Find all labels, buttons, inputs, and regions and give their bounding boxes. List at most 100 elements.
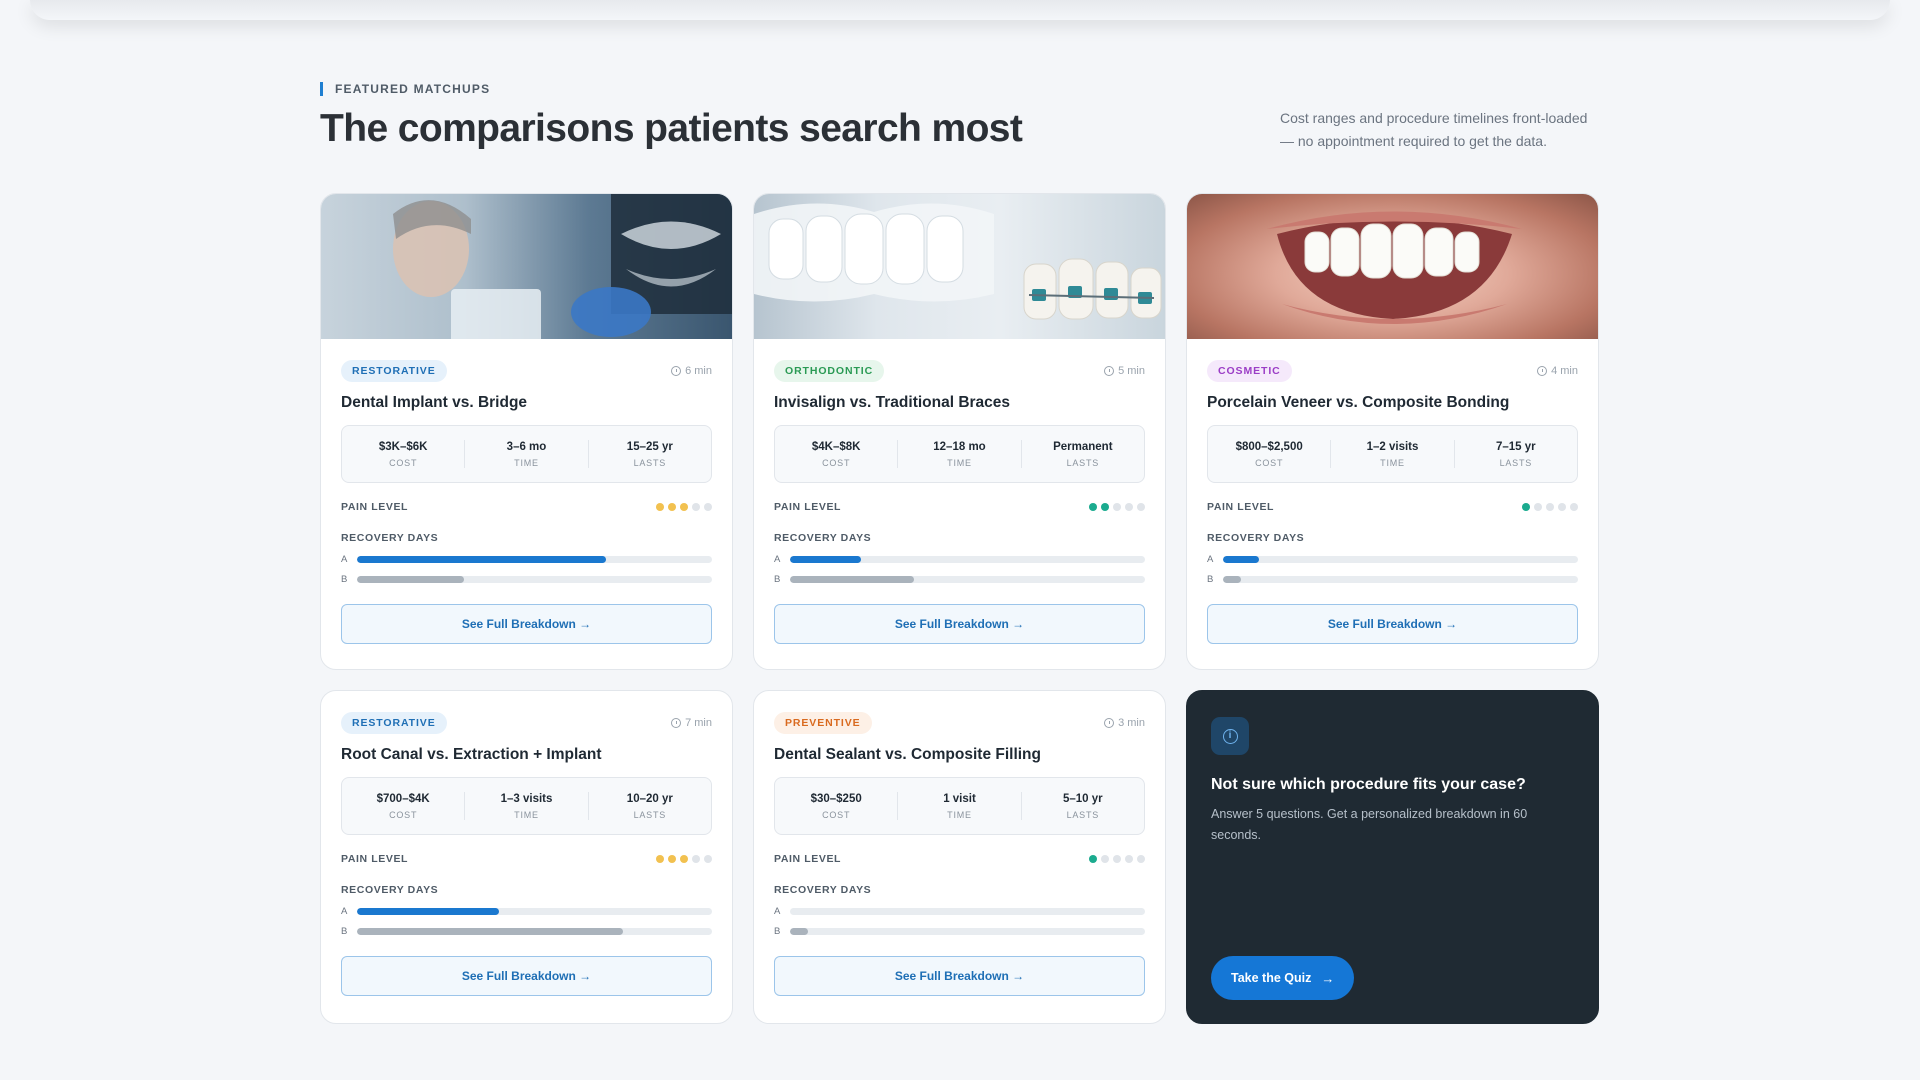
stat-time: 3–6 mo TIME [464,440,587,468]
category-tag: PREVENTIVE [774,712,872,734]
stat-label: TIME [514,458,539,468]
comparison-card[interactable]: COSMETIC 4 min Porcelain Veneer vs. Comp… [1186,193,1599,670]
pain-dot-empty [1113,855,1121,863]
pain-level-dots [656,503,712,511]
pain-dot-empty [1558,503,1566,511]
pain-level-label: PAIN LEVEL [341,501,409,513]
pain-level-label: PAIN LEVEL [774,501,842,513]
recovery-bar-b [357,575,712,583]
pain-dot-empty [1113,503,1121,511]
cta-title: Not sure which procedure fits your case? [1211,776,1526,793]
stat-lasts: 10–20 yr LASTS [587,792,711,820]
recovery-fill-a [357,907,499,915]
bar-label-a: A [1207,553,1214,565]
card-title: Porcelain Veneer vs. Composite Bonding [1207,394,1510,411]
card-body: RESTORATIVE 7 min Root Canal vs. Extract… [341,711,712,996]
pain-dot-empty [704,855,712,863]
bar-label-b: B [341,925,348,937]
stat-value: $30–$250 [810,793,862,805]
stat-value: 1–2 visits [1366,441,1419,453]
read-time: 3 min [1104,717,1145,729]
see-full-breakdown-button[interactable]: See Full Breakdown → [774,956,1145,996]
stat-lasts: Permanent LASTS [1020,440,1144,468]
pain-dot-filled [656,855,664,863]
pain-level-label: PAIN LEVEL [1207,501,1275,513]
recovery-bar-a [357,555,712,563]
card-title: Dental Sealant vs. Composite Filling [774,746,1041,763]
pain-level-label: PAIN LEVEL [341,853,409,865]
stat-value: 1 visit [943,793,976,805]
aligners-illustration [754,203,1162,320]
card-body: RESTORATIVE 6 min Dental Implant vs. Bri… [341,359,712,644]
read-time: 5 min [1104,365,1145,377]
card-title: Invisalign vs. Traditional Braces [774,394,1011,411]
see-full-breakdown-button[interactable]: See Full Breakdown → [341,956,712,996]
stat-time: 12–18 mo TIME [897,440,1020,468]
pain-dot-filled [1101,503,1109,511]
pain-dot-empty [1125,855,1133,863]
recovery-fill-b [790,927,808,935]
read-time: 4 min [1537,365,1578,377]
recovery-fill-b [357,927,624,935]
card-title: Dental Implant vs. Bridge [341,394,528,411]
read-time-label: 7 min [685,717,712,729]
stats-panel: $30–$250 COST 1 visit TIME 5–10 yr LASTS [774,777,1145,835]
stat-value: 10–20 yr [626,793,673,805]
category-tag: ORTHODONTIC [774,360,885,382]
stat-label: TIME [514,810,539,820]
stat-label: COST [822,810,851,820]
comparison-card[interactable]: PREVENTIVE 3 min Dental Sealant vs. Comp… [753,690,1166,1024]
recovery-fill-b [790,575,915,583]
comparison-card[interactable]: RESTORATIVE 7 min Root Canal vs. Extract… [320,690,733,1024]
stat-value: 3–6 mo [506,441,547,453]
stat-label: COST [822,458,851,468]
pain-dot-empty [1137,855,1145,863]
stat-label: TIME [1380,458,1405,468]
comparison-card[interactable]: ORTHODONTIC 5 min Invisalign vs. Traditi… [753,193,1166,670]
stats-panel: $3K–$6K COST 3–6 mo TIME 15–25 yr LASTS [341,425,712,483]
pain-dot-filled [656,503,664,511]
pain-dot-filled [1089,503,1097,511]
bar-label-a: A [774,905,781,917]
clock-icon [1104,718,1115,728]
stat-time: 1–2 visits TIME [1330,440,1453,468]
see-full-breakdown-button[interactable]: See Full Breakdown → [1207,604,1578,644]
card-image-smile [1187,194,1598,339]
stat-label: LASTS [633,458,667,468]
pain-level-dots [1522,503,1578,511]
read-time: 7 min [671,717,712,729]
recovery-bar-b [790,575,1145,583]
read-time-label: 5 min [1118,365,1145,377]
pain-dot-empty [692,855,700,863]
stat-value: 1–3 visits [500,793,553,805]
clock-icon [1537,366,1548,376]
recovery-days-label: RECOVERY DAYS [774,884,872,896]
bar-label-b: B [774,925,781,937]
read-time: 6 min [671,365,712,377]
pain-level-dots [656,855,712,863]
recovery-days-label: RECOVERY DAYS [1207,532,1305,544]
recovery-bar-a [1223,555,1578,563]
clock-icon [671,718,682,728]
see-full-breakdown-button[interactable]: See Full Breakdown → [774,604,1145,644]
section-eyebrow: FEATURED MATCHUPS [320,82,490,96]
stat-label: TIME [947,810,972,820]
pain-dot-filled [680,855,688,863]
stat-value: 12–18 mo [933,441,986,453]
header-shadow [30,0,1890,20]
pain-dot-filled [680,503,688,511]
recovery-days-label: RECOVERY DAYS [341,532,439,544]
take-the-quiz-button[interactable]: Take the Quiz → [1211,956,1355,1000]
stat-time: 1–3 visits TIME [464,792,587,820]
stat-label: LASTS [1066,458,1100,468]
stat-value: $800–$2,500 [1235,441,1303,453]
section-subtitle: Cost ranges and procedure timelines fron… [1280,110,1588,149]
card-image-xray [321,194,732,339]
see-full-breakdown-button[interactable]: See Full Breakdown → [341,604,712,644]
pain-dot-empty [1101,855,1109,863]
read-time-label: 3 min [1118,717,1145,729]
pain-dot-empty [704,503,712,511]
pain-dot-filled [1522,503,1530,511]
comparison-card[interactable]: RESTORATIVE 6 min Dental Implant vs. Bri… [320,193,733,670]
bar-label-b: B [774,573,781,585]
